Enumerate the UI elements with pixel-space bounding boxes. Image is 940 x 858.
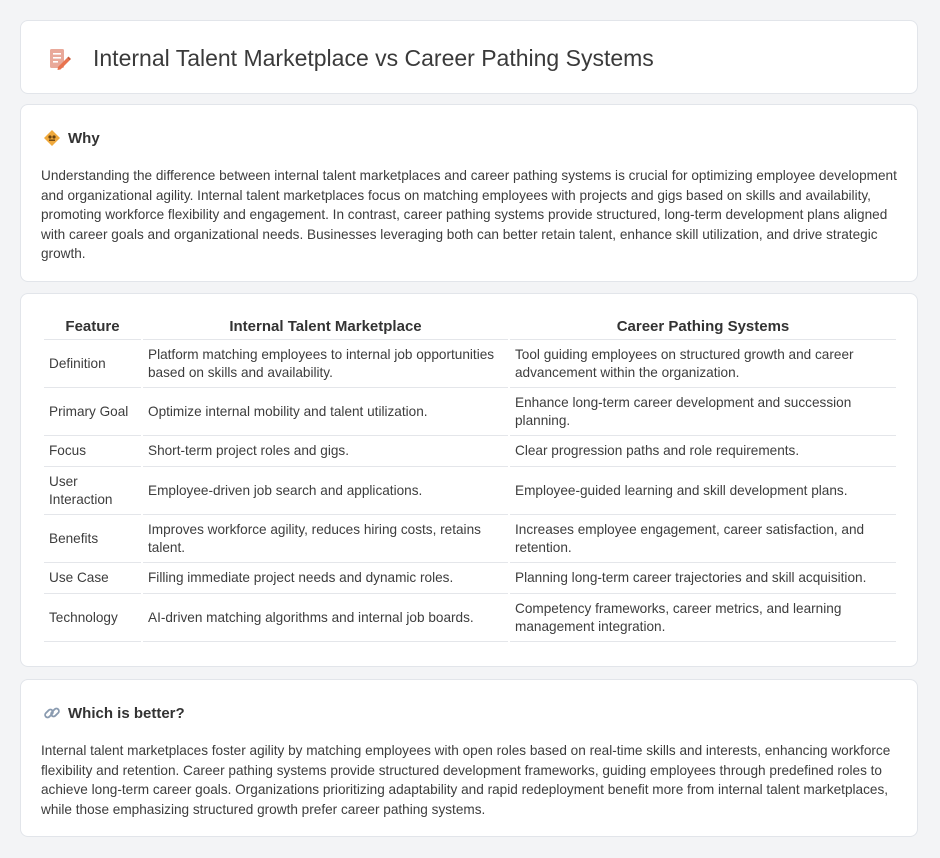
column-header: Career Pathing Systems (510, 314, 896, 340)
marketplace-cell: Optimize internal mobility and talent ut… (143, 388, 508, 436)
feature-cell: Primary Goal (44, 388, 141, 436)
diamond-sign-icon (44, 130, 60, 146)
page-title: Internal Talent Marketplace vs Career Pa… (93, 45, 654, 71)
why-body: Understanding the difference between int… (41, 168, 897, 262)
table-row: User Interaction Employee-driven job sea… (44, 467, 896, 515)
better-body: Internal talent marketplaces foster agil… (41, 743, 891, 817)
career-pathing-cell: Employee-guided learning and skill devel… (510, 467, 896, 515)
table-row: Focus Short-term project roles and gigs.… (44, 436, 896, 467)
table-row: Technology AI-driven matching algorithms… (44, 594, 896, 642)
marketplace-cell: Improves workforce agility, reduces hiri… (143, 515, 508, 563)
marketplace-cell: Filling immediate project needs and dyna… (143, 563, 508, 594)
career-pathing-cell: Planning long-term career trajectories a… (510, 563, 896, 594)
table-row: Benefits Improves workforce agility, red… (44, 515, 896, 563)
career-pathing-cell: Clear progression paths and role require… (510, 436, 896, 467)
marketplace-cell: Short-term project roles and gigs. (143, 436, 508, 467)
link-icon (44, 707, 60, 719)
table-row: Primary Goal Optimize internal mobility … (44, 388, 896, 436)
career-pathing-cell: Enhance long-term career development and… (510, 388, 896, 436)
better-heading-row: Which is better? (43, 704, 185, 722)
which-better-card: Which is better? Internal talent marketp… (20, 679, 918, 837)
marketplace-cell: Platform matching employees to internal … (143, 340, 508, 388)
feature-cell: User Interaction (44, 467, 141, 515)
feature-cell: Use Case (44, 563, 141, 594)
column-header: Feature (44, 314, 141, 340)
column-header: Internal Talent Marketplace (143, 314, 508, 340)
why-card: Why Understanding the difference between… (20, 104, 918, 282)
marketplace-cell: AI-driven matching algorithms and intern… (143, 594, 508, 642)
table-row: Definition Platform matching employees t… (44, 340, 896, 388)
title-card: Internal Talent Marketplace vs Career Pa… (20, 20, 918, 94)
why-heading-row: Why (43, 129, 100, 147)
marketplace-cell: Employee-driven job search and applicati… (143, 467, 508, 515)
feature-cell: Definition (44, 340, 141, 388)
career-pathing-cell: Increases employee engagement, career sa… (510, 515, 896, 563)
document-pencil-icon (50, 48, 71, 70)
career-pathing-cell: Tool guiding employees on structured gro… (510, 340, 896, 388)
feature-cell: Benefits (44, 515, 141, 563)
comparison-card: Feature Internal Talent Marketplace Care… (20, 293, 918, 667)
table-header-row: Feature Internal Talent Marketplace Care… (44, 314, 896, 340)
better-heading: Which is better? (68, 704, 185, 722)
why-heading: Why (68, 129, 100, 147)
comparison-table: Feature Internal Talent Marketplace Care… (42, 314, 898, 642)
feature-cell: Focus (44, 436, 141, 467)
title-row: Internal Talent Marketplace vs Career Pa… (47, 45, 654, 72)
table-row: Use Case Filling immediate project needs… (44, 563, 896, 594)
career-pathing-cell: Competency frameworks, career metrics, a… (510, 594, 896, 642)
feature-cell: Technology (44, 594, 141, 642)
